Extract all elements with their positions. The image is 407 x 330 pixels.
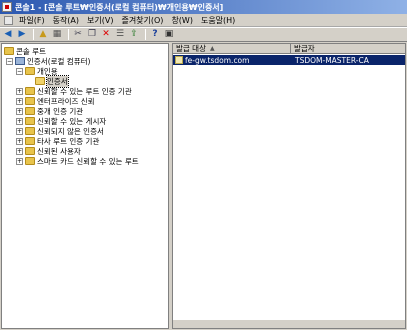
cell-issued-to: fe-gw.tsdom.com — [185, 55, 250, 65]
folder-icon — [25, 107, 35, 115]
folder-icon — [25, 137, 35, 145]
tree-node-local-computer[interactable]: − 인증서(로컬 컴퓨터) — [6, 56, 90, 66]
tree-node-intermediate-ca[interactable]: + 중개 인증 기관 — [16, 106, 83, 116]
column-header-issued-by[interactable]: 발급자 — [291, 44, 405, 54]
horizontal-scrollbar[interactable] — [173, 319, 405, 328]
menu-action[interactable]: 동작(A) — [50, 15, 82, 26]
menu-window[interactable]: 창(W) — [168, 15, 196, 26]
folder-icon — [25, 87, 35, 95]
sort-ascending-icon: ▲ — [209, 45, 215, 52]
table-row[interactable]: fe-gw.tsdom.com TSDOM-MASTER-CA — [173, 55, 405, 65]
window-title: 콘솔1 - [콘솔 루트₩인증서(로컬 컴퓨터)₩개인용₩인증서] — [15, 2, 224, 12]
certificate-icon — [175, 56, 183, 64]
expand-icon[interactable]: + — [16, 127, 23, 135]
toolbar: ◀ ▶ ▲ ▦ ✂ ❐ ✕ ☰ ⇪ ? ▣ — [0, 27, 407, 42]
console-tree[interactable]: 콘솔 루트 − 인증서(로컬 컴퓨터) − 개인용 인증서 + 신뢰할 수 있는… — [1, 43, 169, 329]
menu-favorites[interactable]: 즐겨찾기(O) — [118, 15, 166, 26]
expand-icon[interactable]: + — [16, 137, 23, 145]
show-tree-icon[interactable]: ▦ — [51, 29, 63, 41]
folder-icon — [35, 77, 45, 85]
toolbar-separator — [68, 29, 69, 40]
menu-view[interactable]: 보기(V) — [84, 15, 116, 26]
properties-icon[interactable]: ☰ — [114, 29, 126, 41]
folder-icon — [25, 67, 35, 75]
folder-icon — [25, 127, 35, 135]
console-icon[interactable]: ▣ — [163, 29, 175, 41]
tree-node-trusted-people[interactable]: + 신뢰된 사용자 — [16, 146, 81, 156]
folder-icon — [25, 117, 35, 125]
tree-node-certificates[interactable]: 인증서 — [35, 74, 69, 88]
toolbar-separator — [33, 29, 34, 40]
tree-node-smart-card-root[interactable]: + 스마트 카드 신뢰할 수 있는 루트 — [16, 156, 139, 166]
folder-icon — [25, 157, 35, 165]
tree-node-third-party-root[interactable]: + 타사 루트 인증 기관 — [16, 136, 99, 146]
mmc-window: 콘솔1 - [콘솔 루트₩인증서(로컬 컴퓨터)₩개인용₩인증서] 파일(F) … — [0, 0, 407, 330]
collapse-icon[interactable]: − — [6, 57, 13, 65]
expand-icon[interactable]: + — [16, 147, 23, 155]
mmc-app-icon — [2, 2, 12, 12]
cell-issued-by: TSDOM-MASTER-CA — [295, 55, 369, 65]
tree-node-trusted-publishers[interactable]: + 신뢰할 수 있는 게시자 — [16, 116, 106, 126]
expand-icon[interactable]: + — [16, 87, 23, 95]
collapse-icon[interactable]: − — [16, 67, 23, 75]
cut-icon[interactable]: ✂ — [72, 29, 84, 41]
expand-icon[interactable]: + — [16, 117, 23, 125]
tree-node-personal[interactable]: − 개인용 — [16, 66, 58, 76]
expand-icon[interactable]: + — [16, 97, 23, 105]
tree-node-untrusted[interactable]: + 신뢰되지 않은 인증서 — [16, 126, 104, 136]
copy-icon[interactable]: ❐ — [86, 29, 98, 41]
delete-icon[interactable]: ✕ — [100, 29, 112, 41]
title-bar: 콘솔1 - [콘솔 루트₩인증서(로컬 컴퓨터)₩개인용₩인증서] — [0, 0, 407, 14]
toolbar-separator — [145, 29, 146, 40]
certificate-snapin-icon — [15, 57, 25, 65]
certificate-list[interactable]: 발급 대상 ▲ 발급자 fe-gw.tsdom.com TSDOM-MASTER… — [172, 43, 406, 329]
column-header-issued-to[interactable]: 발급 대상 ▲ — [173, 44, 291, 54]
column-label: 발급 대상 — [176, 44, 206, 53]
column-label: 발급자 — [294, 44, 315, 53]
folder-icon — [4, 47, 14, 55]
tree-node-console-root[interactable]: 콘솔 루트 — [4, 46, 46, 56]
help-icon[interactable]: ? — [149, 29, 161, 41]
folder-icon — [25, 97, 35, 105]
folder-icon — [25, 147, 35, 155]
tree-label: 스마트 카드 신뢰할 수 있는 루트 — [37, 156, 139, 166]
expand-icon[interactable]: + — [16, 107, 23, 115]
tree-node-enterprise-trust[interactable]: + 엔터프라이즈 신뢰 — [16, 96, 95, 106]
menu-help[interactable]: 도움말(H) — [198, 15, 238, 26]
forward-arrow-icon[interactable]: ▶ — [16, 29, 28, 41]
up-folder-icon[interactable]: ▲ — [37, 29, 49, 41]
export-icon[interactable]: ⇪ — [128, 29, 140, 41]
menu-bar: 파일(F) 동작(A) 보기(V) 즐겨찾기(O) 창(W) 도움말(H) — [0, 14, 407, 27]
console-menu-icon[interactable] — [4, 15, 13, 25]
expand-icon[interactable]: + — [16, 157, 23, 165]
menu-file[interactable]: 파일(F) — [16, 15, 48, 26]
tree-node-trusted-root[interactable]: + 신뢰할 수 있는 루트 인증 기관 — [16, 86, 132, 96]
back-arrow-icon[interactable]: ◀ — [2, 29, 14, 41]
